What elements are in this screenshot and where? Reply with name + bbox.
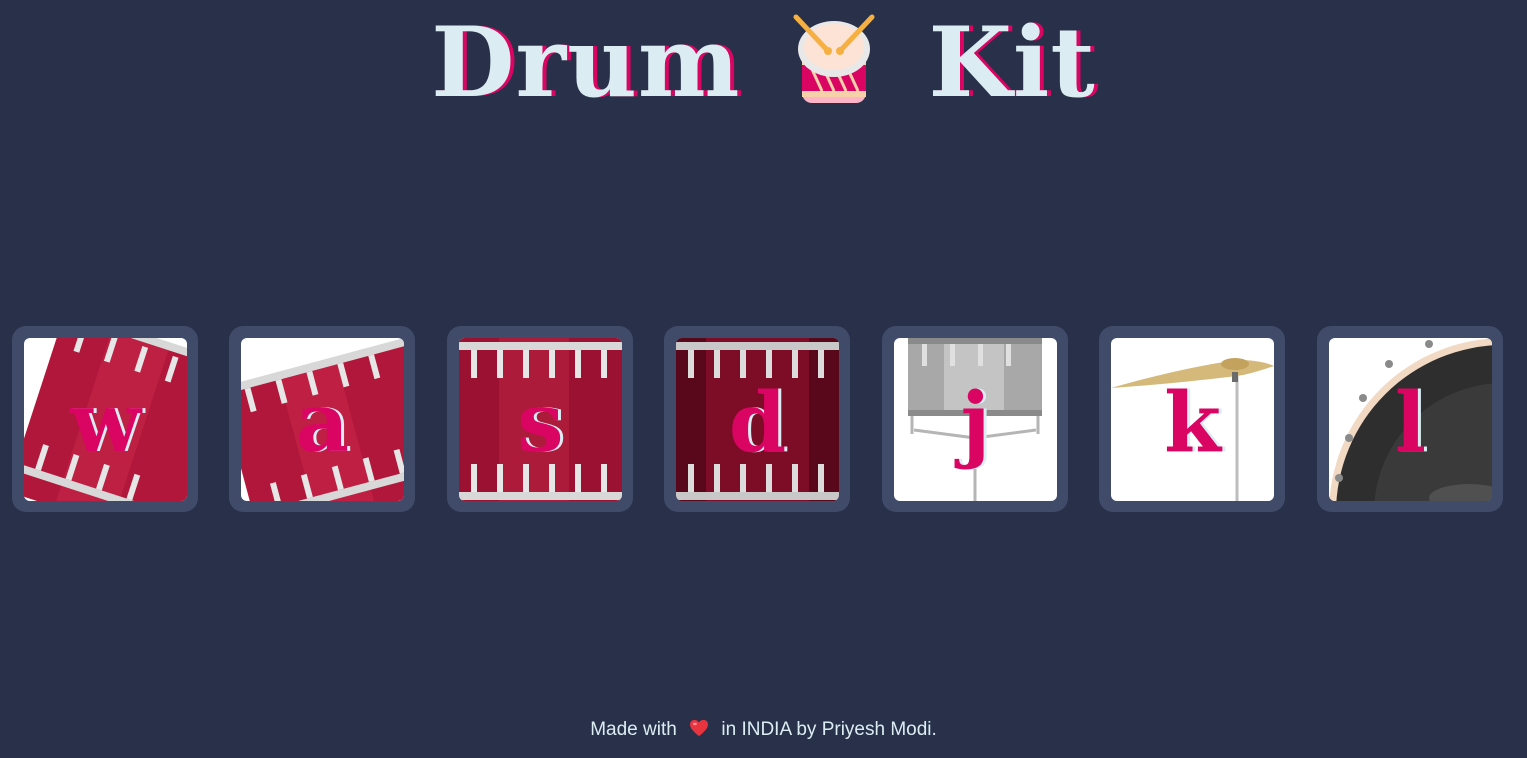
drum-key-label: k: [1164, 374, 1221, 471]
drum-button-a[interactable]: a: [229, 326, 415, 512]
drum-key-label: s: [517, 374, 564, 471]
drum-face: d: [676, 338, 839, 501]
footer-suffix: in INDIA by Priyesh Modi.: [721, 719, 937, 740]
drum-set: w a s d j k l: [12, 326, 1516, 514]
title-word-kit: Kit: [928, 6, 1096, 119]
drum-key-label: d: [728, 374, 787, 471]
drum-button-d[interactable]: d: [664, 326, 850, 512]
drum-button-j[interactable]: j: [882, 326, 1068, 512]
drum-key-label: a: [295, 374, 350, 471]
drum-face: l: [1329, 338, 1492, 501]
drum-face: k: [1111, 338, 1274, 501]
page: Drum Kit w a s d j k l Made with in INDI…: [0, 0, 1527, 758]
drum-button-k[interactable]: k: [1099, 326, 1285, 512]
drum-button-w[interactable]: w: [12, 326, 198, 512]
drum-key-label: w: [70, 374, 141, 471]
footer: Made with in INDIA by Priyesh Modi.: [0, 719, 1527, 741]
drum-key-label: j: [960, 374, 991, 471]
drum-face: s: [459, 338, 622, 501]
heart-icon: [690, 719, 709, 737]
footer-prefix: Made with: [590, 719, 677, 740]
drum-button-l[interactable]: l: [1317, 326, 1503, 512]
drum-face: a: [241, 338, 404, 501]
drum-icon: [793, 14, 875, 103]
drum-button-s[interactable]: s: [447, 326, 633, 512]
drum-face: j: [894, 338, 1057, 501]
drum-face: w: [24, 338, 187, 501]
title-word-drum: Drum: [431, 6, 741, 119]
page-title: Drum Kit: [0, 8, 1527, 118]
drum-key-label: l: [1394, 374, 1427, 471]
